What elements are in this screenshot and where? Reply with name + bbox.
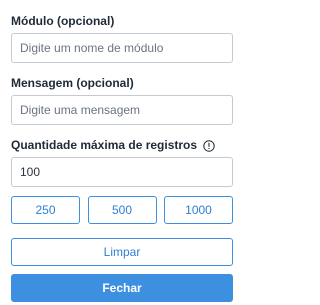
- info-circle-icon[interactable]: [203, 139, 215, 152]
- close-button[interactable]: Fechar: [11, 274, 233, 302]
- max-records-label-row: Quantidade máxima de registros: [11, 138, 232, 153]
- preset-250-button[interactable]: 250: [11, 196, 80, 224]
- preset-buttons: 250 500 1000: [11, 196, 233, 224]
- message-input[interactable]: [11, 95, 233, 125]
- message-label: Mensagem (opcional): [11, 76, 134, 90]
- preset-1000-button[interactable]: 1000: [164, 196, 233, 224]
- log-filter-panel: Módulo (opcional) Mensagem (opcional) Qu…: [0, 0, 243, 305]
- max-records-label: Quantidade máxima de registros: [11, 138, 198, 152]
- module-input[interactable]: [11, 33, 233, 63]
- max-records-input[interactable]: [11, 157, 233, 187]
- clear-button[interactable]: Limpar: [11, 238, 233, 266]
- module-label: Módulo (opcional): [11, 14, 115, 28]
- preset-500-button[interactable]: 500: [87, 196, 157, 224]
